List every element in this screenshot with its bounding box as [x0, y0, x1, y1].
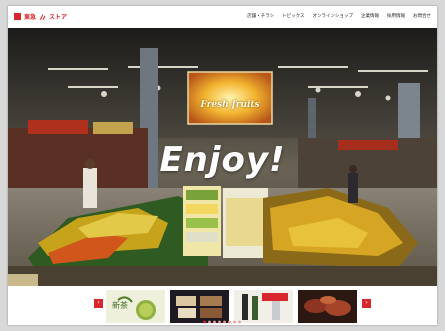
pagination-dot[interactable]	[233, 320, 236, 324]
nav-item-online-shop[interactable]: オンラインショップ	[313, 13, 354, 19]
site-header: 東急 ストア 店舗・チラシ トピックス オンラインショップ 企業情報 採用情報 …	[8, 6, 437, 28]
nav-item-company[interactable]: 企業情報	[361, 13, 379, 19]
meat-icon	[298, 290, 357, 323]
carousel-pagination	[203, 320, 241, 324]
carousel-thumb-meat[interactable]	[298, 290, 357, 323]
pagination-dot[interactable]	[228, 320, 231, 324]
logo-subtext: ストア	[49, 15, 68, 21]
hero-title: Enjoy!	[159, 140, 286, 180]
carousel-prev-button[interactable]: ‹	[94, 299, 103, 308]
pagination-dot[interactable]	[208, 320, 211, 324]
pagination-dot[interactable]	[203, 320, 206, 324]
pagination-dot[interactable]	[223, 320, 226, 324]
carousel-thumb-wine[interactable]	[234, 290, 293, 323]
carousel-next-button[interactable]: ›	[362, 299, 371, 308]
pagination-dot[interactable]	[213, 320, 216, 324]
carousel-thumb-tea-label: 新茶	[112, 301, 128, 310]
logo-mark-icon	[14, 13, 21, 20]
pagination-dot[interactable]	[238, 320, 241, 324]
sweets-icon	[170, 290, 229, 323]
browser-window: 東急 ストア 店舗・チラシ トピックス オンラインショップ 企業情報 採用情報 …	[8, 6, 437, 325]
logo-swoosh-icon	[39, 13, 46, 20]
fresh-fruits-sign: Fresh fruits	[200, 100, 260, 110]
nav-item-stores[interactable]: 店舗・チラシ	[247, 13, 274, 19]
site-logo[interactable]: 東急 ストア	[14, 12, 67, 21]
nav-item-recruit[interactable]: 採用情報	[387, 13, 405, 19]
nav-item-contact[interactable]: お問合せ	[413, 13, 431, 19]
carousel-thumb-tea[interactable]: 新茶	[106, 290, 165, 323]
global-nav: 店舗・チラシ トピックス オンラインショップ 企業情報 採用情報 お問合せ	[247, 13, 431, 19]
nav-item-topics[interactable]: トピックス	[282, 13, 304, 19]
wine-icon	[234, 290, 293, 323]
pagination-dot[interactable]	[218, 320, 221, 324]
logo-text: 東急	[24, 15, 37, 21]
hero-banner: Fresh fruits Enjoy!	[8, 28, 437, 286]
carousel-thumb-sweets[interactable]	[170, 290, 229, 323]
